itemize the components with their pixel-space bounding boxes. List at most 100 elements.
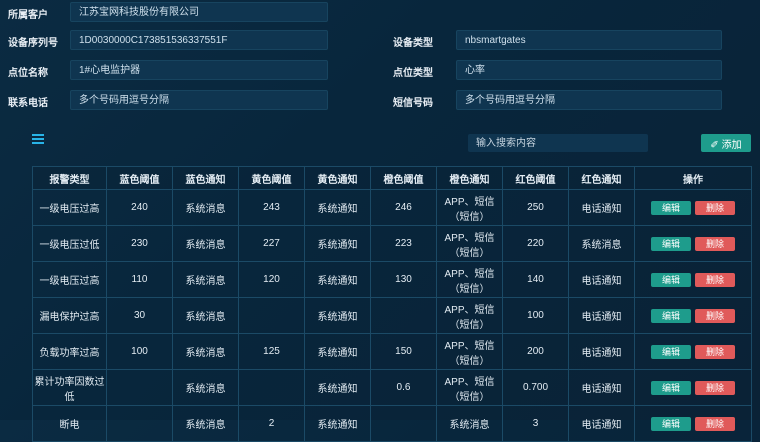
header-blue-threshold: 蓝色阈值 <box>106 166 173 190</box>
customer-label: 所属客户 <box>8 10 48 21</box>
cell: APP、短信（短信） <box>436 333 503 370</box>
form-row-serial: 设备序列号 1D0030000C173851536337551F 设备类型 nb… <box>0 29 760 53</box>
edit-button[interactable]: 编辑 <box>651 344 691 359</box>
actions-cell: 编辑 删除 <box>634 333 752 370</box>
cell <box>106 369 173 406</box>
alarm-sms-field[interactable]: 多个号码用逗号分隔 <box>456 90 722 110</box>
list-icon[interactable] <box>32 134 44 144</box>
delete-button[interactable]: 删除 <box>695 308 735 323</box>
header-blue-notify: 蓝色通知 <box>172 166 239 190</box>
header-yellow-threshold: 黄色阈值 <box>238 166 305 190</box>
cell: 系统消息 <box>172 333 239 370</box>
monitor-type-field[interactable]: 心率 <box>456 60 722 80</box>
delete-button[interactable]: 删除 <box>695 380 735 395</box>
delete-button[interactable]: 删除 <box>695 344 735 359</box>
alarm-contact-label: 联系电话 <box>8 98 48 109</box>
cell: 3 <box>502 405 569 442</box>
delete-button[interactable]: 删除 <box>695 272 735 287</box>
cell: 电话通知 <box>568 333 635 370</box>
cell: 240 <box>106 189 173 226</box>
cell: 一级电压过高 <box>32 189 107 226</box>
cell: 110 <box>106 261 173 298</box>
cell: 246 <box>370 189 437 226</box>
actions-cell: 编辑 删除 <box>634 297 752 334</box>
cell: APP、短信（短信） <box>436 297 503 334</box>
add-button[interactable]: ✐ 添加 <box>701 134 751 152</box>
search-input[interactable] <box>468 134 648 152</box>
cell: 130 <box>370 261 437 298</box>
actions-cell: 编辑 删除 <box>634 261 752 298</box>
cell: 150 <box>370 333 437 370</box>
serial-field[interactable]: 1D0030000C173851536337551F <box>70 30 328 50</box>
form-row-customer: 所属客户 江苏宝网科技股份有限公司 <box>0 1 760 25</box>
alarm-contact-field[interactable]: 多个号码用逗号分隔 <box>70 90 328 110</box>
header-alarm-type: 报警类型 <box>32 166 107 190</box>
cell: 负载功率过高 <box>32 333 107 370</box>
edit-button[interactable]: 编辑 <box>651 200 691 215</box>
edit-button[interactable]: 编辑 <box>651 308 691 323</box>
header-orange-notify: 橙色通知 <box>436 166 503 190</box>
cell: 系统消息 <box>172 225 239 262</box>
cell: 125 <box>238 333 305 370</box>
actions-cell: 编辑 删除 <box>634 405 752 442</box>
cell: APP、短信（短信） <box>436 189 503 226</box>
cell: 227 <box>238 225 305 262</box>
edit-button[interactable]: 编辑 <box>651 236 691 251</box>
table-row: 负载功率过高 100 系统消息 125 系统通知 150 APP、短信（短信） … <box>32 333 752 370</box>
device-type-field[interactable]: nbsmartgates <box>456 30 722 50</box>
cell: 电话通知 <box>568 297 635 334</box>
cell: 系统消息 <box>172 261 239 298</box>
cell <box>238 369 305 406</box>
cell: 2 <box>238 405 305 442</box>
cell: 0.700 <box>502 369 569 406</box>
table-row: 断电 系统消息 2 系统通知 系统消息 3 电话通知 编辑 删除 <box>32 405 752 442</box>
cell: APP、短信（短信） <box>436 225 503 262</box>
monitor-name-label: 点位名称 <box>8 68 48 79</box>
cell: 100 <box>106 333 173 370</box>
cell: 220 <box>502 225 569 262</box>
edit-button[interactable]: 编辑 <box>651 272 691 287</box>
cell: 电话通知 <box>568 261 635 298</box>
delete-button[interactable]: 删除 <box>695 200 735 215</box>
cell: 电话通知 <box>568 405 635 442</box>
cell: 200 <box>502 333 569 370</box>
delete-button[interactable]: 删除 <box>695 416 735 431</box>
actions-cell: 编辑 删除 <box>634 369 752 406</box>
table-header-row: 报警类型 蓝色阈值 蓝色通知 黄色阈值 黄色通知 橙色阈值 橙色通知 红色阈值 … <box>32 166 752 190</box>
cell: 140 <box>502 261 569 298</box>
edit-button[interactable]: 编辑 <box>651 416 691 431</box>
edit-button[interactable]: 编辑 <box>651 380 691 395</box>
table-row: 一级电压过高 240 系统消息 243 系统通知 246 APP、短信（短信） … <box>32 189 752 226</box>
cell: 一级电压过低 <box>32 225 107 262</box>
form-row-monitor: 点位名称 1#心电监护器 点位类型 心率 <box>0 59 760 83</box>
delete-button[interactable]: 删除 <box>695 236 735 251</box>
cell: 30 <box>106 297 173 334</box>
cell: 243 <box>238 189 305 226</box>
cell: 230 <box>106 225 173 262</box>
cell: 系统通知 <box>304 261 371 298</box>
cell: 系统消息 <box>436 405 503 442</box>
form-row-contacts: 联系电话 多个号码用逗号分隔 短信号码 多个号码用逗号分隔 <box>0 89 760 113</box>
actions-cell: 编辑 删除 <box>634 189 752 226</box>
header-yellow-notify: 黄色通知 <box>304 166 371 190</box>
table-row: 漏电保护过高 30 系统消息 系统通知 APP、短信（短信） 100 电话通知 … <box>32 297 752 334</box>
cell: 系统通知 <box>304 333 371 370</box>
cell: 系统通知 <box>304 189 371 226</box>
cell <box>370 297 437 334</box>
serial-label: 设备序列号 <box>8 38 58 49</box>
cell: 0.6 <box>370 369 437 406</box>
cell: 系统通知 <box>304 297 371 334</box>
cell: 系统通知 <box>304 225 371 262</box>
header-orange-threshold: 橙色阈值 <box>370 166 437 190</box>
cell: 系统消息 <box>172 405 239 442</box>
customer-field[interactable]: 江苏宝网科技股份有限公司 <box>70 2 328 22</box>
cell: 223 <box>370 225 437 262</box>
cell <box>238 297 305 334</box>
cell: APP、短信（短信） <box>436 261 503 298</box>
table-row: 一级电压过低 230 系统消息 227 系统通知 223 APP、短信（短信） … <box>32 225 752 262</box>
header-red-threshold: 红色阈值 <box>502 166 569 190</box>
monitor-name-field[interactable]: 1#心电监护器 <box>70 60 328 80</box>
cell: 一级电压过高 <box>32 261 107 298</box>
device-type-label: 设备类型 <box>393 38 433 49</box>
table-row: 累计功率因数过低 系统消息 系统通知 0.6 APP、短信（短信） 0.700 … <box>32 369 752 406</box>
